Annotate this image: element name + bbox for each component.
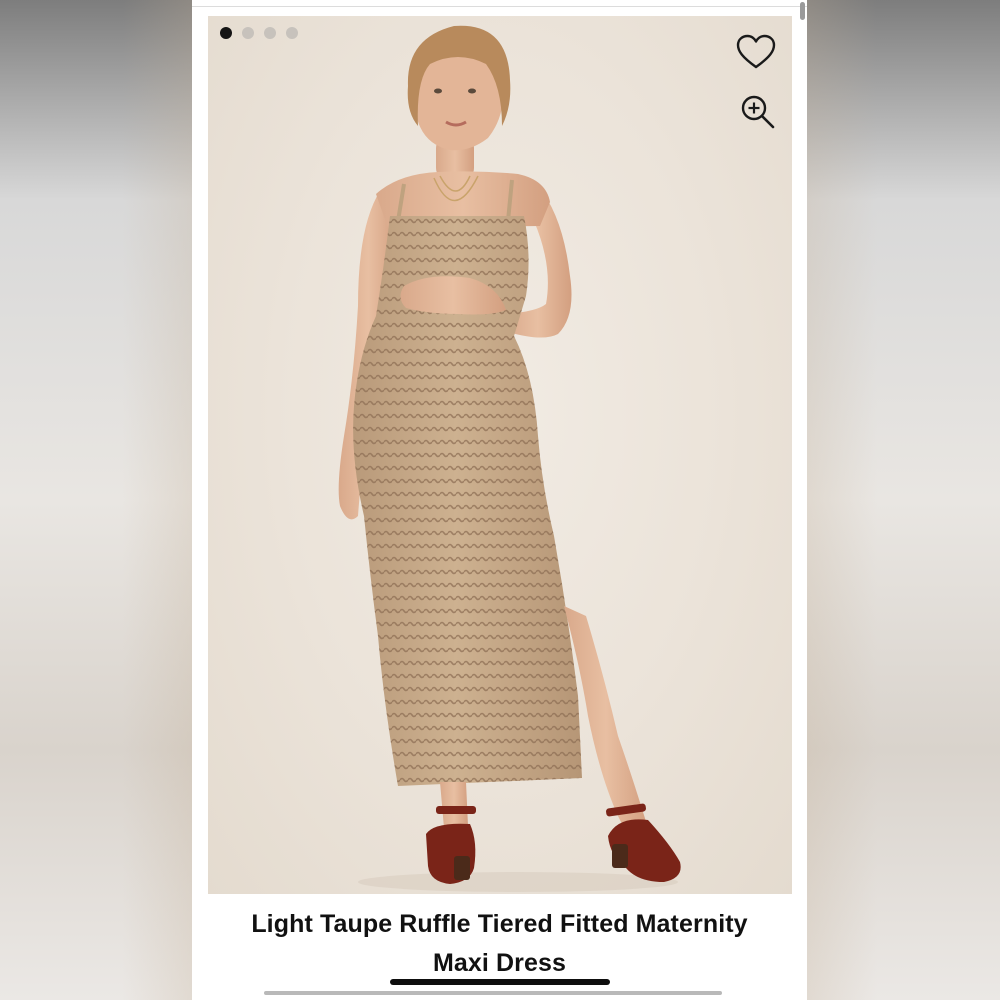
product-title-line-1: Light Taupe Ruffle Tiered Fitted Materni… bbox=[251, 910, 748, 938]
product-image-carousel[interactable] bbox=[208, 16, 792, 894]
heart-outline-icon[interactable] bbox=[736, 34, 776, 70]
horizontal-scrollbar[interactable] bbox=[264, 991, 722, 995]
carousel-dot-4[interactable] bbox=[286, 27, 298, 39]
carousel-dot-2[interactable] bbox=[242, 27, 254, 39]
product-photo bbox=[338, 25, 681, 892]
top-edge bbox=[192, 0, 807, 7]
product-screen: Light Taupe Ruffle Tiered Fitted Materni… bbox=[192, 0, 807, 1000]
blurred-backdrop-right bbox=[807, 0, 1000, 1000]
product-title: Light Taupe Ruffle Tiered Fitted Materni… bbox=[192, 905, 807, 983]
carousel-dot-3[interactable] bbox=[264, 27, 276, 39]
carousel-dot-1[interactable] bbox=[220, 27, 232, 39]
vertical-scrollbar[interactable] bbox=[800, 2, 805, 20]
product-title-line-2: Maxi Dress bbox=[432, 949, 567, 977]
zoom-in-icon[interactable] bbox=[740, 94, 776, 130]
carousel-pagination bbox=[220, 27, 298, 39]
blurred-backdrop-left bbox=[0, 0, 192, 1000]
home-indicator[interactable] bbox=[390, 979, 610, 985]
